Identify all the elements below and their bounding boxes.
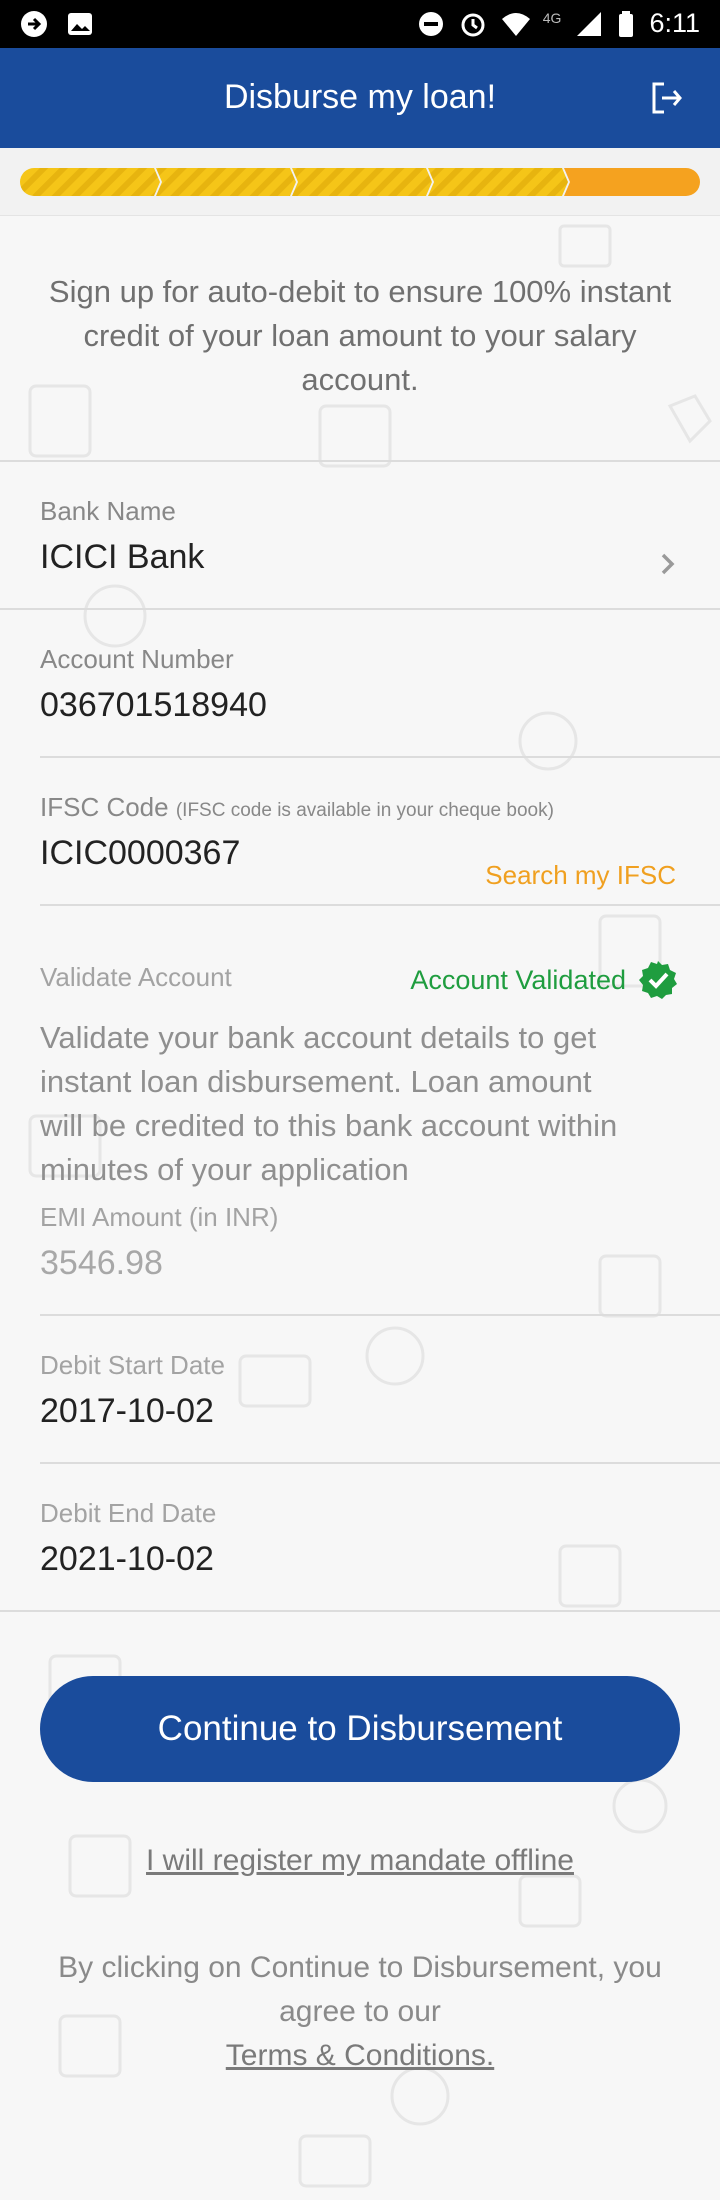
terms-notice: By clicking on Continue to Disbursement,… — [40, 1946, 680, 2078]
terms-conditions-link[interactable]: Terms & Conditions. — [226, 2039, 494, 2072]
progress-step-5 — [564, 168, 700, 196]
debit-end-date-value: 2021-10-02 — [40, 1540, 214, 1578]
chevron-right-icon[interactable] — [656, 548, 680, 580]
divider — [0, 1610, 720, 1612]
check-circle-icon — [639, 961, 677, 999]
battery-icon — [617, 10, 635, 38]
progress-step-1 — [20, 168, 160, 196]
logout-icon — [652, 82, 682, 114]
clock: 6:11 — [649, 8, 700, 38]
divider — [40, 1462, 720, 1464]
account-validated-text: Account Validated — [410, 964, 626, 995]
validate-description: Validate your bank account details to ge… — [40, 1020, 618, 1187]
signal-icon — [575, 10, 603, 38]
progress-step-4 — [428, 168, 568, 196]
divider — [0, 460, 720, 462]
divider — [0, 608, 720, 610]
page-title: Disburse my loan! — [223, 78, 497, 116]
ifsc-label-text: IFSC Code — [40, 792, 169, 822]
debit-start-date-label: Debit Start Date — [40, 1350, 225, 1380]
emi-amount-label: EMI Amount (in INR) — [40, 1202, 279, 1232]
ifsc-hint: (IFSC code is available in your cheque b… — [175, 800, 554, 821]
status-bar: 4G 6:11 — [0, 0, 720, 48]
bank-name-label: Bank Name — [40, 496, 176, 526]
progress-step-2 — [156, 168, 296, 196]
bank-name-value: ICICI Bank — [40, 538, 205, 576]
network-type-label: 4G — [542, 9, 562, 26]
divider — [40, 904, 720, 906]
image-icon — [66, 10, 94, 38]
progress-bar — [20, 168, 700, 196]
divider — [40, 1314, 720, 1316]
debit-end-date-label: Debit End Date — [40, 1498, 217, 1528]
debit-start-date-value: 2017-10-02 — [40, 1392, 214, 1430]
alarm-icon — [459, 10, 487, 38]
do-not-disturb-icon — [417, 10, 445, 38]
terms-prefix: By clicking on Continue to Disbursement,… — [58, 1951, 662, 2028]
account-number-field[interactable]: 036701518940 — [40, 686, 267, 725]
wifi-icon — [501, 10, 530, 38]
emi-amount-value: 3546.98 — [40, 1244, 163, 1282]
ifsc-label: IFSC Code (IFSC code is available in you… — [40, 792, 554, 823]
validate-account-label: Validate Account — [40, 962, 232, 992]
search-ifsc-link[interactable]: Search my IFSC — [485, 860, 676, 891]
progress-section — [0, 148, 720, 216]
intro-text: Sign up for auto-debit to ensure 100% in… — [48, 274, 672, 397]
account-number-label: Account Number — [40, 644, 234, 674]
account-validated-status: Account Validated — [410, 960, 678, 1000]
app-notification-icon — [20, 10, 48, 38]
app-bar: Disburse my loan! — [0, 48, 720, 148]
continue-to-disbursement-button[interactable]: Continue to Disbursement — [40, 1676, 680, 1782]
ifsc-field[interactable]: ICIC0000367 — [40, 834, 240, 873]
progress-step-3 — [292, 168, 432, 196]
register-mandate-offline-link[interactable]: I will register my mandate offline — [0, 1844, 720, 1878]
divider — [40, 756, 720, 758]
logout-button[interactable] — [646, 78, 686, 118]
